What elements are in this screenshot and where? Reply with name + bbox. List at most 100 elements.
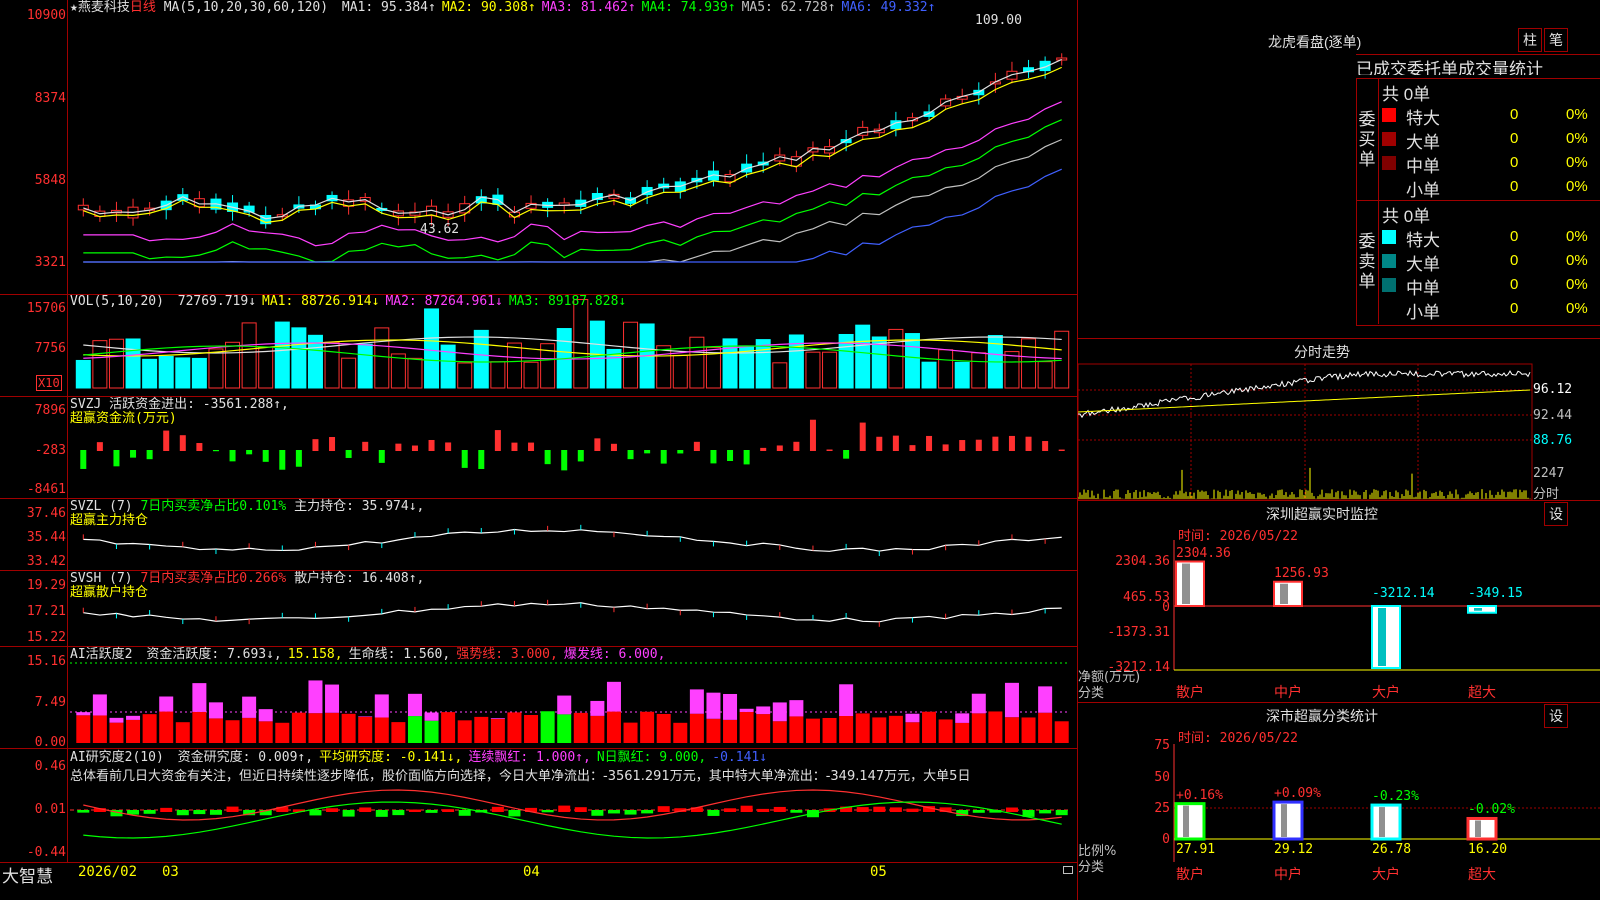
ma-line: [83, 58, 1062, 220]
activity-bar: [474, 716, 489, 743]
flow-bar: [959, 440, 966, 451]
bar-mode-button[interactable]: 柱: [1518, 28, 1542, 52]
sz-monitor-settings-button[interactable]: 设: [1544, 502, 1568, 526]
volume-bar: [324, 341, 340, 389]
indicator-value: MA3: 89187.828↓: [508, 294, 627, 309]
research-bar: [724, 808, 737, 812]
svzj-label: SVZJ: [70, 397, 102, 412]
volume-bar: [274, 321, 290, 389]
lock-icon[interactable]: [1063, 866, 1073, 874]
order-percent: 0%: [1566, 130, 1588, 147]
research-bar: [641, 810, 654, 814]
buy-side-label: 委买单: [1358, 110, 1376, 169]
activity-peak: [689, 689, 704, 714]
flow-bar: [80, 450, 87, 469]
activity-bar: [92, 715, 107, 743]
svsh-label: SVSH (7): [70, 571, 133, 586]
activity-bar: [689, 713, 704, 743]
indicator-value: 平均研究度: -0.141↓,: [319, 750, 463, 765]
activity-bar: [374, 717, 389, 743]
activity-peak: [374, 694, 389, 718]
monitor-bar-shade: [1378, 608, 1386, 666]
svzl-axis-label: 37.46: [26, 506, 66, 521]
activity-bar: [1004, 717, 1019, 743]
activity-bar: [590, 715, 605, 743]
legend-swatch: [1382, 230, 1396, 244]
activity-peak: [839, 684, 854, 717]
main-holding-line: [83, 528, 1062, 552]
section-divider: [1078, 702, 1600, 703]
activity-peak: [92, 694, 107, 716]
monitor-axis-label: 2304.36: [1115, 554, 1170, 569]
class-axis-label: 50: [1154, 770, 1170, 785]
intraday-price-line: [1078, 369, 1531, 419]
indicator-value: 生命线: 1.560,: [348, 647, 451, 662]
activity-peak: [590, 700, 605, 716]
date-label: 2026/02: [78, 864, 138, 880]
flow-bar: [494, 430, 501, 451]
flow-bar: [992, 436, 999, 451]
flow-bar: [428, 439, 435, 451]
brand-label: 大智慧: [2, 867, 53, 887]
vol-unit-badge[interactable]: X10: [36, 375, 62, 391]
monitor-bar-value: -3212.14: [1372, 586, 1435, 601]
class-bar-value: 16.20: [1468, 842, 1508, 857]
flow-bar: [909, 445, 916, 451]
flow-bar: [561, 450, 568, 471]
research-bar: [624, 810, 637, 815]
order-size-label: 小单: [1406, 181, 1440, 200]
activity-bar: [938, 719, 953, 743]
tick-mode-button[interactable]: 笔: [1544, 28, 1568, 52]
dragon-table-divider: [1378, 78, 1379, 324]
order-percent: 0%: [1566, 252, 1588, 269]
flow-bar: [279, 450, 286, 470]
indicator-value: 连续飘红: 1.000↑,: [468, 750, 591, 765]
activity-bar: [126, 719, 141, 743]
order-size-label: 特大: [1406, 231, 1440, 250]
order-count: 0: [1510, 178, 1519, 195]
favorite-star-icon[interactable]: ★: [70, 0, 78, 15]
price-axis-label: 8374: [34, 91, 66, 106]
left-chart-area[interactable]: ★燕麦科技日线 MA(5,10,20,30,60,120) MA1: 95.38…: [0, 0, 1078, 900]
dragon-headline: 已成交委托单成交量统计: [1356, 54, 1600, 75]
section-divider: [1078, 338, 1600, 339]
activity-peak: [109, 717, 124, 723]
order-count: 0: [1510, 106, 1519, 123]
sz-class-time: 时间: 2026/05/22: [1178, 731, 1298, 746]
activity-peak: [208, 702, 223, 719]
activity-bar: [175, 722, 190, 743]
volume-bar: [855, 324, 871, 389]
class-axis-label: 75: [1154, 738, 1170, 753]
order-count: 0: [1510, 300, 1519, 317]
activity-peak: [606, 681, 621, 712]
price-axis-label: 10900: [26, 8, 66, 23]
class-axis-label: 0: [1162, 832, 1170, 847]
order-count: 0: [1510, 252, 1519, 269]
svzj-value: 活跃资金进出: -3561.288↑,: [109, 397, 289, 412]
flow-bar: [445, 442, 452, 451]
flow-bar: [196, 443, 203, 451]
monitor-bar-shade: [1474, 608, 1482, 611]
class-bar: [1272, 800, 1304, 841]
activity-peak: [258, 709, 273, 722]
legend-swatch: [1382, 156, 1396, 170]
activity-bar: [325, 712, 340, 743]
sell-side-label: 委卖单: [1358, 232, 1376, 291]
volume-bar: [490, 361, 506, 389]
research-bar: [558, 805, 571, 812]
research-bar: [209, 810, 222, 815]
research-bar: [508, 810, 521, 817]
flow-bar: [312, 439, 319, 451]
flow-bar: [478, 450, 485, 469]
ai1-axis-label: 15.16: [26, 654, 66, 669]
ai1-values: 资金活跃度: 7.693↓, 15.158, 生命线: 1.560, 强势线: 3.0…: [140, 647, 665, 662]
flow-bar: [610, 443, 617, 451]
research-bar: [1005, 807, 1018, 812]
indicator-value: MA1: 95.384↑: [341, 0, 436, 15]
flow-bar: [461, 450, 468, 468]
order-percent: 0%: [1566, 178, 1588, 195]
sz-class-settings-button[interactable]: 设: [1544, 704, 1568, 728]
class-bar-value: 29.12: [1274, 842, 1314, 857]
activity-bar: [789, 716, 804, 743]
period-label[interactable]: 日线: [130, 0, 156, 15]
